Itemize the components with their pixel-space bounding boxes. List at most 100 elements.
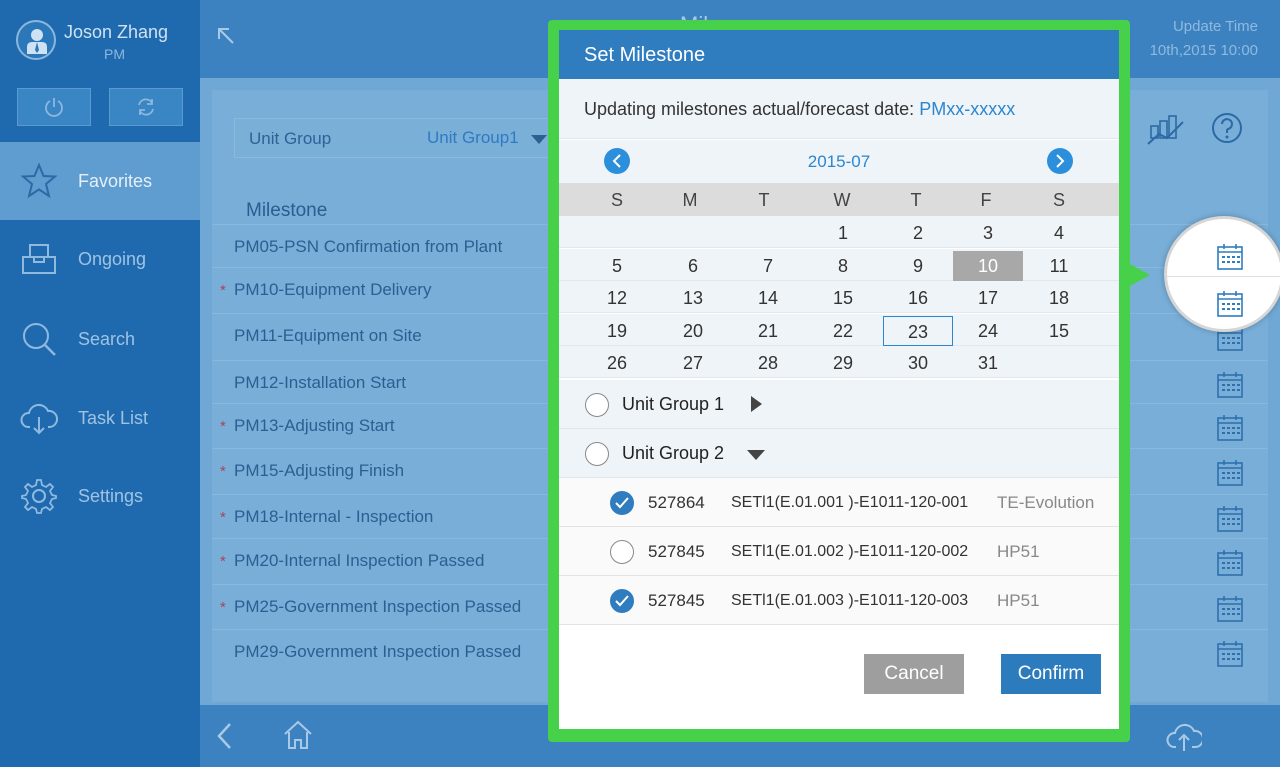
calendar-week: 12 13 14 15 16 17 18 [559,281,1119,313]
calendar-day[interactable]: 1 [808,218,878,248]
home-icon[interactable] [282,719,314,751]
nav-item-search[interactable]: Search [0,300,200,378]
calendar-day[interactable]: 22 [808,316,878,346]
calendar-day[interactable]: 11 [1024,251,1094,281]
unit-model: HP51 [997,591,1040,610]
weekday-label: W [833,190,851,210]
unit-group-value: Unit Group1 [427,128,519,147]
milestone-label: PM10-Equipment Delivery [234,280,432,299]
required-marker: * [220,553,226,570]
cancel-button[interactable]: Cancel [864,654,964,694]
calendar-icon[interactable] [1216,505,1244,538]
unit-checkbox[interactable] [610,491,634,515]
unit-code: SETl1(E.01.003 )-E1011-120-003 [731,592,969,609]
collapse-down-icon[interactable] [747,450,765,460]
unit-row[interactable]: 527845 SETl1(E.01.003 )-E1011-120-003 HP51 [559,576,1119,625]
cloud-upload-icon[interactable] [1166,719,1202,753]
unit-number: 527845 [648,591,705,610]
calendar-day[interactable]: 29 [808,348,878,378]
calendar-day[interactable]: 17 [953,283,1023,313]
required-marker: * [220,463,226,480]
calendar-icon[interactable] [1216,459,1244,492]
user-name: Joson Zhang [64,22,169,42]
calendar-day[interactable]: 21 [733,316,803,346]
calendar-day[interactable]: 24 [953,316,1023,346]
nav-item-favorites[interactable]: Favorites [0,142,200,220]
calendar-day[interactable]: 2 [883,218,953,248]
weekday-header: SMTWTFS [559,183,1119,216]
calendar-icon[interactable] [1216,414,1244,447]
power-button[interactable] [17,88,91,126]
calendar-day[interactable]: 28 [733,348,803,378]
nav-item-task-list[interactable]: Task List [0,379,200,457]
expand-right-icon[interactable] [751,396,762,412]
help-icon[interactable] [1211,112,1243,144]
calendar-day[interactable]: 3 [953,218,1023,248]
calendar-day[interactable]: 19 [582,316,652,346]
nav-label: Search [78,329,136,349]
unit-checkbox[interactable] [610,540,634,564]
user-icon [27,29,47,54]
chart-icon[interactable] [1147,112,1187,146]
calendar-day[interactable]: 13 [658,283,728,313]
unit-group-row[interactable]: Unit Group 2 [559,429,1119,478]
confirm-button[interactable]: Confirm [1001,654,1101,694]
unit-group-radio[interactable] [585,442,609,466]
calendar-day[interactable]: 6 [658,251,728,281]
unit-group-select[interactable]: Unit Group Unit Group1 [234,118,564,158]
calendar-day[interactable]: 10 [953,250,1023,281]
calendar-day[interactable]: 5 [582,251,652,281]
calendar-day[interactable]: 26 [582,348,652,378]
milestone-label: PM29-Government Inspection Passed [234,642,522,661]
nav-item-ongoing[interactable]: Ongoing [0,220,200,298]
calendar-icon[interactable] [1216,243,1244,271]
nav-item-settings[interactable]: Settings [0,457,200,535]
calendar-day[interactable]: 23 [883,315,953,346]
unit-row[interactable]: 527864 SETl1(E.01.001 )-E1011-120-001 TE-E… [559,478,1119,527]
milestone-label: PM15-Adjusting Finish [234,461,405,480]
milestone-label: PM18-Internal - Inspection [234,507,434,526]
unit-checkbox[interactable] [610,589,634,613]
calendar-icon[interactable] [1216,371,1244,404]
sync-button[interactable] [109,88,183,126]
calendar-day[interactable]: 4 [1024,218,1094,248]
calendar-day[interactable]: 8 [808,251,878,281]
back-icon[interactable] [214,721,236,751]
calendar-icon[interactable] [1216,595,1244,628]
calendar-day[interactable]: 9 [883,251,953,281]
gear-icon [21,479,57,514]
chevron-right-icon [1056,154,1065,168]
calendar-day[interactable]: 16 [883,283,953,313]
required-marker: * [220,509,226,526]
avatar[interactable] [16,20,56,60]
unit-group-row[interactable]: Unit Group 1 [559,380,1119,429]
unit-group-radio[interactable] [585,393,609,417]
collapse-arrow-icon[interactable] [216,26,236,46]
calendar-day[interactable]: 18 [1024,283,1094,313]
prev-month-button[interactable] [604,148,630,174]
chevron-left-icon [612,154,621,168]
calendar-month: 2015-07 [807,152,871,171]
next-month-button[interactable] [1047,148,1073,174]
magnified-callout [1164,216,1280,332]
unit-number: 527864 [648,493,705,512]
nav-label: Ongoing [78,249,147,269]
required-marker: * [220,418,226,435]
calendar-day[interactable]: 14 [733,283,803,313]
calendar-day[interactable]: 30 [883,348,953,378]
calendar-day[interactable]: 7 [733,251,803,281]
set-milestone-dialog: Set Milestone Updating milestones actual… [559,30,1119,729]
calendar-icon[interactable] [1216,290,1244,318]
calendar-day[interactable]: 12 [582,283,652,313]
calendar-icon[interactable] [1216,640,1244,673]
calendar-icon[interactable] [1216,549,1244,582]
required-marker: * [220,282,226,299]
calendar-day[interactable]: 20 [658,316,728,346]
calendar-day[interactable]: 31 [953,348,1023,378]
unit-code: SETl1(E.01.001 )-E1011-120-001 [731,494,969,511]
calendar-day[interactable]: 15 [1024,316,1094,346]
calendar-day[interactable]: 27 [658,348,728,378]
unit-row[interactable]: 527845 SETl1(E.01.002 )-E1011-120-002 HP51 [559,527,1119,576]
calendar-day[interactable]: 15 [808,283,878,313]
milestone-label: PM25-Government Inspection Passed [234,597,522,616]
